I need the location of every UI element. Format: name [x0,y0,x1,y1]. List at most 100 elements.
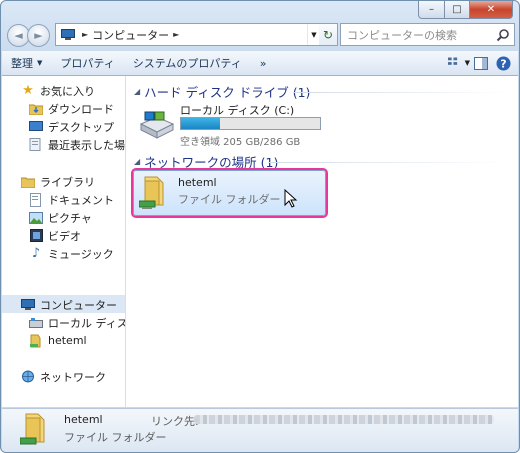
command-bar: 整理 ▼ プロパティ システムのプロパティ » ▼ ? [2,51,518,76]
view-icon [448,57,458,65]
drive-name: ローカル ディスク (C:) [180,104,295,117]
sidebar-item-label: ピクチャ [48,211,92,225]
preview-pane-icon [474,56,488,70]
network-location-item[interactable]: heteml ファイル フォルダー [133,170,326,216]
network-icon [21,370,35,384]
blurred-link-target [194,415,494,424]
drive-usage-bar [180,117,321,130]
refresh-icon: ↻ [322,27,334,42]
network-folder-icon [29,334,43,348]
sidebar-item-music[interactable]: ♪ ミュージック [29,245,114,262]
videos-icon [29,229,43,243]
breadcrumb-computer[interactable]: コンピューター [92,27,169,43]
svg-text:?: ? [500,57,506,70]
sidebar-item-label: heteml [48,334,87,347]
item-type: ファイル フォルダー [178,193,281,206]
pictures-icon [29,211,43,225]
group-divider [268,162,509,163]
computer-icon [61,29,75,40]
breadcrumb-separator[interactable]: ► [173,30,179,39]
sidebar-item-label: ネットワーク [40,370,106,384]
sidebar-item-local-disk[interactable]: ローカル ディスク (C:) [29,314,125,331]
change-view-button[interactable]: ▼ [448,53,470,73]
organize-label: 整理 [11,57,33,70]
sidebar-item-desktop[interactable]: デスクトップ [29,118,114,135]
help-icon: ? [496,56,510,70]
sidebar-item-label: ビデオ [48,229,81,243]
chevron-down-icon: ▼ [37,59,43,67]
hard-drive-icon [139,111,175,139]
hdd-group-header[interactable]: ◢ ハード ディスク ドライブ (1) [134,82,310,101]
explorer-window: – □ ✕ ◄ ► ► コンピューター ► ▼ ↻ コンピューターの検索 整理 … [0,0,520,453]
sidebar-item-heteml[interactable]: heteml [29,332,87,349]
maximize-button[interactable]: □ [445,1,470,19]
system-properties-button[interactable]: システムのプロパティ [124,52,251,74]
network-group-header[interactable]: ◢ ネットワークの場所 (1) [134,152,278,171]
sidebar-item-label: コンピューター [40,298,117,312]
desktop-icon [29,120,43,134]
item-name: heteml [178,176,217,189]
collapse-triangle-icon[interactable]: ◢ [134,87,140,96]
breadcrumb-separator[interactable]: ► [82,30,88,39]
sidebar-item-label: ダウンロード [48,102,114,116]
search-input[interactable]: コンピューターの検索 [341,27,496,43]
details-pane: heteml ファイル フォルダー リンク先: [2,408,518,452]
documents-icon [29,192,43,207]
drive-free-space: 空き領域 205 GB/286 GB [180,137,301,148]
address-bar[interactable]: ► コンピューター ► ▼ [55,23,321,46]
details-type: ファイル フォルダー [64,431,167,444]
sidebar-item-label: ローカル ディスク (C:) [48,316,125,330]
star-icon: ★ [22,83,34,98]
sidebar-item-label: お気に入り [40,84,95,98]
group-title: ハード ディスク ドライブ (1) [144,85,311,100]
drive-item[interactable]: ローカル ディスク (C:) 空き領域 205 GB/286 GB [139,100,339,148]
navigation-bar: ◄ ► ► コンピューター ► ▼ ↻ コンピューターの検索 [7,23,515,49]
sidebar-item-downloads[interactable]: ダウンロード [29,100,114,117]
search-icon[interactable] [496,28,510,42]
more-commands-label: » [259,56,267,70]
sidebar-item-videos[interactable]: ビデオ [29,227,81,244]
sidebar-item-label: ドキュメント [48,193,114,207]
network-folder-icon [20,413,45,445]
system-properties-label: システムのプロパティ [132,57,242,70]
more-commands-button[interactable]: » [251,52,276,74]
sidebar-item-pictures[interactable]: ピクチャ [29,209,92,226]
details-link-label: リンク先: [151,415,199,428]
group-title: ネットワークの場所 (1) [144,155,279,170]
collapse-triangle-icon[interactable]: ◢ [134,157,140,166]
help-button[interactable]: ? [492,53,514,73]
sidebar-item-label: ミュージック [48,247,114,261]
forward-button[interactable]: ► [27,24,50,47]
network-folder-icon [139,176,164,209]
music-icon: ♪ [31,246,41,261]
preview-pane-button[interactable] [470,53,492,73]
search-box[interactable]: コンピューターの検索 [340,23,515,46]
library-icon [21,175,35,189]
sidebar-item-favorites[interactable]: ★ お気に入り [21,82,95,99]
sidebar-item-label: デスクトップ [48,120,114,134]
group-divider [294,92,509,93]
sidebar-item-documents[interactable]: ドキュメント [29,191,114,208]
minimize-button[interactable]: – [418,1,445,19]
properties-button[interactable]: プロパティ [51,52,123,74]
details-name: heteml [64,413,103,426]
sidebar-item-label: ライブラリ [40,175,95,189]
close-button[interactable]: ✕ [470,1,513,19]
sidebar-item-computer[interactable]: コンピューター [21,296,117,313]
computer-icon [21,298,35,312]
drive-usage-fill [181,118,221,129]
mouse-cursor-icon [284,189,298,208]
sidebar-item-label: 最近表示した場所 [48,138,125,152]
sidebar-item-network[interactable]: ネットワーク [21,368,106,385]
refresh-button[interactable]: ↻ [319,23,338,46]
properties-label: プロパティ [60,57,115,70]
recent-places-icon [29,138,43,152]
caption-buttons: – □ ✕ [418,1,513,19]
hard-drive-icon [29,316,43,330]
organize-menu[interactable]: 整理 ▼ [2,52,51,74]
content-pane: ◢ ハード ディスク ドライブ (1) ローカル ディスク (C:) 空き領域 … [126,76,518,407]
view-controls: ▼ ? [448,53,514,73]
navigation-pane: ★ お気に入り ダウンロード デスクトップ 最近表示した場所 ライブラリ [2,76,126,407]
sidebar-item-recent-places[interactable]: 最近表示した場所 [29,136,125,153]
sidebar-item-libraries[interactable]: ライブラリ [21,173,95,190]
